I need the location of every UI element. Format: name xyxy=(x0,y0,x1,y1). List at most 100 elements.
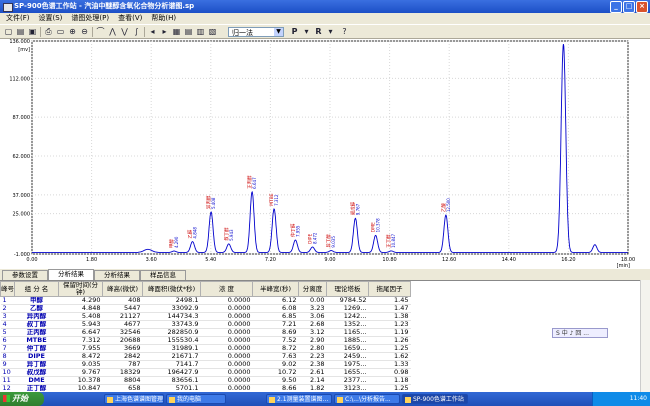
x-tick-label: 10.80 xyxy=(382,257,396,263)
taskbar-item-label: 我的电脑 xyxy=(177,396,202,403)
new-file-icon[interactable]: ▢ xyxy=(3,27,14,37)
table-cell: 0.0000 xyxy=(200,344,253,353)
taskbar-item-label: C:\...\分析报告... xyxy=(345,396,391,403)
table-cell: 0.0000 xyxy=(200,328,253,337)
table-icon[interactable]: ▤ xyxy=(183,27,194,37)
close-button[interactable]: × xyxy=(636,1,648,13)
column-header[interactable]: 保留时间(分钟) xyxy=(58,281,103,297)
table-cell: 7.21 xyxy=(252,320,299,329)
tab-sample-info[interactable]: 样品信息 xyxy=(140,270,186,280)
table-cell: 0.0000 xyxy=(200,360,253,369)
peak-icon[interactable]: ⋀ xyxy=(107,27,118,37)
grid-icon[interactable]: ▦ xyxy=(171,27,182,37)
table-cell: 1.62 xyxy=(368,352,411,361)
column-header[interactable]: 分离度 xyxy=(298,281,327,297)
table-row[interactable]: 6 MTBE 7.312 20688 155530.4 0.0000 7.52 2.90 188… xyxy=(0,336,411,345)
r-button[interactable]: R xyxy=(313,27,324,37)
integrate-icon[interactable]: ∫ xyxy=(131,27,142,37)
peak-rt-label: 9.767 xyxy=(355,203,360,215)
table-cell: 3.23 xyxy=(298,304,327,313)
chromatogram-panel[interactable]: 136.000 112.000 87.000 62.000 37.000 25.000 -1… xyxy=(0,39,650,269)
table-cell: 11 xyxy=(0,376,15,385)
column-header[interactable]: 浓 度 xyxy=(200,281,253,297)
chevron-down-icon[interactable]: ▼ xyxy=(274,28,283,36)
column-header[interactable]: 组 分 名 xyxy=(14,281,59,297)
toolbar-separator xyxy=(144,27,145,37)
table-cell: 异丙醇 xyxy=(14,312,59,321)
column-header[interactable]: 理论塔板 xyxy=(326,281,369,297)
y-tick-label: 25.000 xyxy=(13,212,31,218)
zoom-out-icon[interactable]: ⊖ xyxy=(79,27,90,37)
table-row[interactable]: 5 正丙醇 6.647 32546 282850.9 0.0000 8.69 3.12 1165… xyxy=(0,328,411,337)
column-header[interactable]: 拖尾因子 xyxy=(368,281,411,297)
table-cell: 144734.3 xyxy=(142,312,201,321)
table-cell: 6.08 xyxy=(252,304,299,313)
menu-help[interactable]: 帮助(H) xyxy=(151,13,176,24)
start-button[interactable]: 开始 xyxy=(0,392,44,406)
table-row[interactable]: 4 叔丁醇 5.943 4677 33743.9 0.0000 7.21 2.68 1352..… xyxy=(0,320,411,329)
table-row[interactable]: 11 DME 10.378 8804 83656.1 0.0000 9.50 2.14 2377… xyxy=(0,376,411,385)
table-cell: 3.06 xyxy=(298,312,327,321)
ime-toolbar[interactable]: S 中 ♪ 回 ... xyxy=(552,328,608,338)
table-cell: 6.85 xyxy=(252,312,299,321)
table-cell: 282850.9 xyxy=(142,328,201,337)
table-cell: 4.290 xyxy=(58,296,103,305)
column-header[interactable]: 峰高(微伏) xyxy=(102,281,143,297)
tab-parameters[interactable]: 参数设置 xyxy=(2,270,48,280)
open-folder-icon[interactable]: ▤ xyxy=(15,27,26,37)
taskbar-item[interactable]: 2.1测量装置谱图... xyxy=(266,394,332,404)
zoom-in-icon[interactable]: ⊕ xyxy=(67,27,78,37)
table-row[interactable]: 10 叔戊醇 9.767 18329 196427.9 0.0000 10.72 2.61 16… xyxy=(0,368,411,377)
peak-rt-label: 10.847 xyxy=(391,233,396,247)
column-header[interactable]: 峰面积(微伏*秒) xyxy=(142,281,201,297)
calc-icon[interactable]: ▧ xyxy=(207,27,218,37)
table-cell: 8804 xyxy=(102,376,143,385)
table-scrollbar[interactable] xyxy=(640,280,650,392)
split-icon[interactable]: ⋁ xyxy=(119,27,130,37)
dropdown-icon[interactable]: ▾ xyxy=(301,27,312,37)
maximize-button[interactable]: □ xyxy=(623,1,635,13)
baseline-icon[interactable]: ⌒ xyxy=(95,27,106,37)
print-icon[interactable]: ⎙ xyxy=(43,27,54,37)
table-cell: 7.63 xyxy=(252,352,299,361)
chart-icon[interactable]: ▥ xyxy=(195,27,206,37)
app-icon xyxy=(3,3,13,12)
clock: 11:40 xyxy=(629,395,647,402)
arrow-left-icon[interactable]: ◂ xyxy=(147,27,158,37)
x-tick-label: 1.80 xyxy=(86,257,97,263)
column-header[interactable]: 半峰宽(秒) xyxy=(252,281,299,297)
save-icon[interactable]: ▣ xyxy=(27,27,38,37)
method-select[interactable]: 归一法 ▼ xyxy=(228,27,284,37)
table-cell: 9784.52 xyxy=(326,296,369,305)
table-cell: 8.69 xyxy=(252,328,299,337)
menu-settings[interactable]: 设置(S) xyxy=(39,13,63,24)
tab-results-2[interactable]: 分析结果 xyxy=(94,270,140,280)
help-icon[interactable]: ? xyxy=(339,27,350,37)
dropdown-icon[interactable]: ▾ xyxy=(325,27,336,37)
menu-process[interactable]: 谱图处理(P) xyxy=(71,13,109,24)
table-cell: 4.848 xyxy=(58,304,103,313)
tab-results[interactable]: 分析结果 xyxy=(48,269,94,280)
menu-view[interactable]: 查看(V) xyxy=(118,13,142,24)
taskbar-item[interactable]: SP-900色谱工作站 xyxy=(402,394,468,404)
minimize-button[interactable]: _ xyxy=(610,1,622,13)
taskbar-item[interactable]: 上海色谱谱图管理 xyxy=(104,394,164,404)
menu-file[interactable]: 文件(F) xyxy=(6,13,30,24)
taskbar-item[interactable]: C:\...\分析报告... xyxy=(334,394,400,404)
taskbar-item[interactable]: 我的电脑 xyxy=(166,394,226,404)
table-row[interactable]: 8 DIPE 8.472 2842 21671.7 0.0000 7.63 2.23 2459.… xyxy=(0,352,411,361)
table-row[interactable]: 1 甲醇 4.290 408 2498.1 0.0000 6.12 0.00 9784.52 1.… xyxy=(0,296,411,305)
arrow-right-icon[interactable]: ▸ xyxy=(159,27,170,37)
peak-rt-label: 4.848 xyxy=(193,227,198,239)
table-row[interactable]: 2 乙醇 4.848 5447 33092.9 0.0000 6.08 3.23 1269...… xyxy=(0,304,411,313)
table-row[interactable]: 7 仲丁醇 7.955 3669 31989.1 0.0000 8.72 2.80 1659..… xyxy=(0,344,411,353)
column-header[interactable]: 峰号 xyxy=(0,281,15,297)
preview-icon[interactable]: ▭ xyxy=(55,27,66,37)
table-cell: 3.12 xyxy=(298,328,327,337)
p-button[interactable]: P xyxy=(289,27,300,37)
table-row[interactable]: 3 异丙醇 5.408 21127 144734.3 0.0000 6.85 3.06 1242… xyxy=(0,312,411,321)
table-cell: 2.80 xyxy=(298,344,327,353)
table-cell: 0.0000 xyxy=(200,352,253,361)
peak-rt-label: 8.472 xyxy=(313,232,318,244)
table-row[interactable]: 9 异丁醇 9.035 787 7141.7 0.0000 9.02 2.38 1975... 1… xyxy=(0,360,411,369)
